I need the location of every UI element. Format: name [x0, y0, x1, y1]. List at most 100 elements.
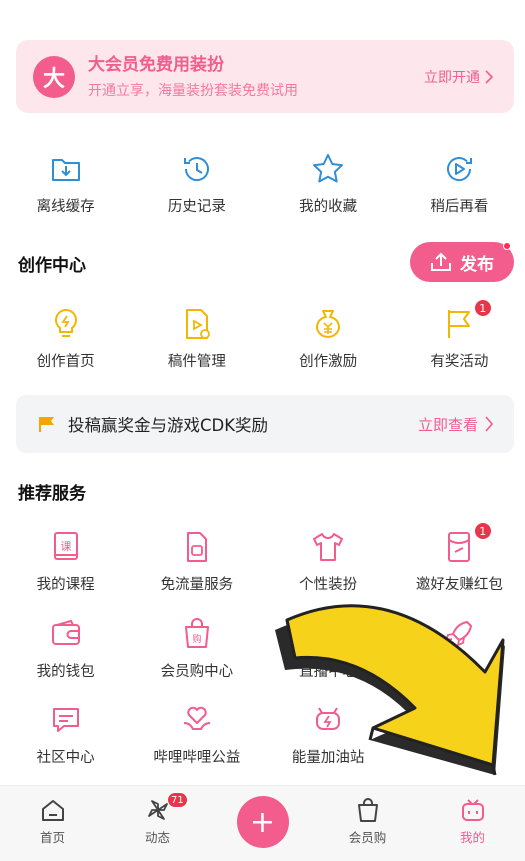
charity-label: 哔哩哔哩公益 [153, 750, 241, 766]
vip-shop-center-button[interactable]: 购 会员购中心 [131, 617, 262, 681]
heart-hands-icon [180, 703, 214, 737]
wallet-icon [49, 617, 83, 651]
live-tv-icon [311, 617, 345, 651]
invite-friends-button[interactable]: 邀好友赚红包 1 [394, 522, 525, 594]
vip-badge-icon: 大 [33, 55, 75, 98]
creation-row: 创作首页 稿件管理 创作激励 有奖活动 1 [0, 299, 525, 371]
community-center-label: 社区中心 [36, 750, 95, 766]
red-packet-icon [442, 530, 476, 564]
tab-vip-shop[interactable]: 会员购 [315, 786, 420, 861]
tab-home-label: 首页 [39, 830, 65, 845]
bottom-tab-bar: 首页 动态 71 + 会员购 我的 [0, 785, 525, 861]
submission-promo-banner[interactable]: 投稿赢奖金与游戏CDK奖励 立即查看 [16, 395, 514, 453]
rocket-service-button[interactable] [394, 617, 525, 681]
upload-icon [431, 252, 451, 271]
tab-mine[interactable]: 我的 [420, 786, 525, 861]
promo-flag-icon [39, 417, 54, 432]
history-label: 历史记录 [167, 199, 226, 215]
manuscript-manage-label: 稿件管理 [167, 354, 226, 370]
download-folder-icon [49, 152, 83, 186]
star-icon [311, 152, 345, 186]
promo-text: 投稿赢奖金与游戏CDK奖励 [68, 416, 269, 435]
money-bag-icon [311, 307, 345, 341]
creation-home-label: 创作首页 [36, 354, 95, 370]
shopping-bag-icon [357, 798, 378, 822]
energy-station-label: 能量加油站 [291, 750, 365, 766]
vip-subtitle: 开通立享，海量装扮套装免费试用 [88, 82, 298, 99]
promo-view-label: 立即查看 [417, 415, 478, 434]
tab-home[interactable]: 首页 [0, 786, 105, 861]
publish-notification-dot [503, 242, 511, 250]
tab-dynamic-label: 动态 [144, 830, 170, 845]
invite-friends-label: 邀好友赚红包 [415, 577, 503, 593]
vip-text: 大会员免费用装扮 开通立享，海量装扮套装免费试用 [88, 54, 424, 100]
home-icon [41, 800, 64, 821]
chevron-right-icon [485, 416, 494, 432]
quick-actions-row: 离线缓存 历史记录 我的收藏 稍后再看 [0, 152, 525, 216]
tv-mascot-icon [461, 799, 484, 821]
tshirt-icon [311, 530, 345, 564]
shopping-bag-icon: 购 [180, 617, 214, 651]
invite-friends-badge: 1 [473, 522, 492, 540]
my-course-label: 我的课程 [36, 577, 95, 593]
creation-incentive-button[interactable]: 创作激励 [263, 307, 394, 371]
history-button[interactable]: 历史记录 [131, 152, 262, 216]
rocket-icon [442, 617, 476, 651]
services-title: 推荐服务 [18, 484, 86, 504]
tab-create[interactable]: + [210, 786, 315, 861]
plus-icon: + [236, 796, 289, 848]
reward-activity-label: 有奖活动 [430, 354, 489, 370]
vip-banner[interactable]: 大 大会员免费用装扮 开通立享，海量装扮套装免费试用 立即开通 [16, 40, 514, 113]
lightbulb-icon [49, 307, 83, 341]
flag-icon [442, 307, 476, 341]
free-data-button[interactable]: 免流量服务 [131, 530, 262, 594]
tab-dynamic-badge: 71 [167, 792, 188, 808]
charity-button[interactable]: 哔哩哔哩公益 [131, 703, 262, 767]
my-wallet-button[interactable]: 我的钱包 [0, 617, 131, 681]
creation-home-button[interactable]: 创作首页 [0, 307, 131, 371]
vip-open-button[interactable]: 立即开通 [424, 67, 494, 87]
services-row-1: 课 我的课程 免流量服务 个性装扮 邀好友赚红包 1 [0, 522, 525, 594]
reward-activity-button[interactable]: 有奖活动 1 [394, 299, 525, 371]
personal-decor-label: 个性装扮 [299, 577, 358, 593]
my-course-button[interactable]: 课 我的课程 [0, 530, 131, 594]
vip-title: 大会员免费用装扮 [88, 54, 224, 75]
services-row-2: 我的钱包 购 会员购中心 直播中心 [0, 617, 525, 681]
live-center-button[interactable]: 直播中心 [263, 617, 394, 681]
course-book-icon: 课 [49, 530, 83, 564]
free-data-label: 免流量服务 [160, 577, 234, 593]
creation-center-title: 创作中心 [18, 256, 86, 276]
personal-decor-button[interactable]: 个性装扮 [263, 530, 394, 594]
promo-view-button[interactable]: 立即查看 [418, 414, 494, 435]
my-wallet-label: 我的钱包 [36, 664, 95, 680]
tab-dynamic[interactable]: 动态 71 [105, 786, 210, 861]
favorites-button[interactable]: 我的收藏 [263, 152, 394, 216]
history-clock-icon [180, 152, 214, 186]
manuscript-icon [180, 307, 214, 341]
offline-cache-button[interactable]: 离线缓存 [0, 152, 131, 216]
chat-bubble-icon [49, 703, 83, 737]
vip-shop-center-label: 会员购中心 [160, 664, 234, 680]
tab-mine-label: 我的 [459, 830, 485, 845]
live-center-label: 直播中心 [299, 664, 358, 680]
publish-button[interactable]: 发布 [410, 242, 514, 282]
tab-vip-shop-label: 会员购 [348, 830, 387, 845]
community-center-button[interactable]: 社区中心 [0, 703, 131, 767]
offline-cache-label: 离线缓存 [36, 199, 95, 215]
watch-later-label: 稍后再看 [430, 199, 489, 215]
svg-text:课: 课 [60, 540, 71, 553]
energy-station-button[interactable]: 能量加油站 [263, 703, 394, 767]
chevron-right-icon [485, 69, 494, 84]
sim-card-icon [180, 530, 214, 564]
favorites-label: 我的收藏 [299, 199, 358, 215]
empty-service-slot [394, 703, 525, 767]
energy-station-icon [311, 703, 345, 737]
manuscript-manage-button[interactable]: 稿件管理 [131, 307, 262, 371]
reward-activity-badge: 1 [473, 299, 492, 317]
publish-label: 发布 [460, 254, 494, 275]
watch-later-icon [442, 152, 476, 186]
creation-incentive-label: 创作激励 [299, 354, 358, 370]
vip-open-label: 立即开通 [424, 69, 480, 86]
watch-later-button[interactable]: 稍后再看 [394, 152, 525, 216]
svg-text:购: 购 [192, 633, 201, 645]
